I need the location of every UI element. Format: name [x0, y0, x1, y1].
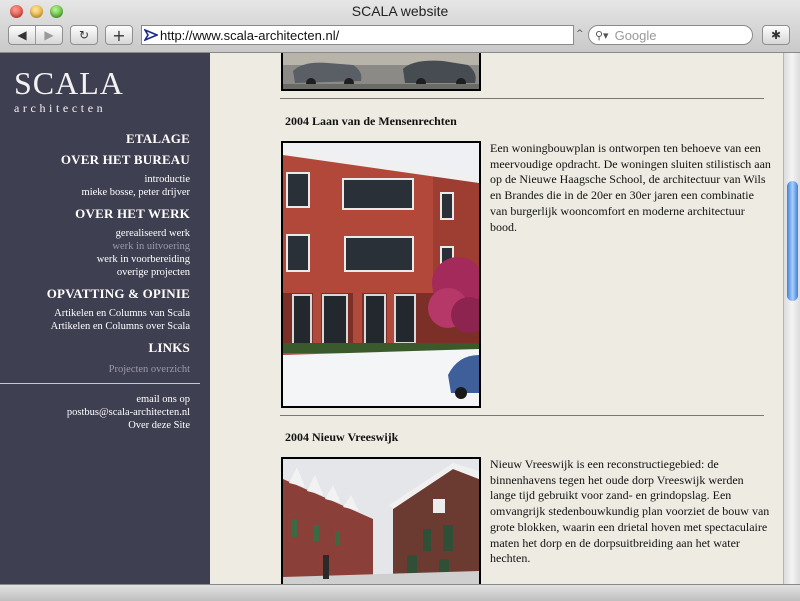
bug-report-icon[interactable]: ✱ — [762, 25, 790, 45]
nav-item-werk-in-uitvoering[interactable]: werk in uitvoering — [0, 240, 190, 253]
close-window-button[interactable] — [10, 5, 23, 18]
add-bookmark-button[interactable]: + — [105, 25, 133, 45]
reload-button[interactable]: ↻ — [70, 25, 98, 45]
url-text: http://www.scala-architecten.nl/ — [160, 27, 340, 43]
window-title: SCALA website — [351, 3, 449, 19]
back-button[interactable]: ◀ — [9, 26, 35, 44]
sidebar-nav: ETALAGE OVER HET BUREAU introductie miek… — [0, 129, 190, 376]
zoom-window-button[interactable] — [50, 5, 63, 18]
sidebar: SCALA architecten ETALAGE OVER HET BUREA… — [0, 53, 210, 600]
nav-heading-etalage[interactable]: ETALAGE — [0, 131, 190, 147]
nav-item-mieke-bosse[interactable]: mieke bosse, peter drijver — [0, 186, 190, 199]
browser-toolbar: SCALA website ◀ ▶ ↻ + http://www.scala-a… — [0, 0, 800, 53]
main-content: 2004 Laan van de Mensenrechten Een wonin… — [210, 53, 783, 584]
previous-project-image — [281, 53, 481, 91]
nav-item-overige-projecten[interactable]: overige projecten — [0, 266, 190, 279]
project-image-laan-van-de-mensenrechten[interactable] — [281, 141, 481, 408]
email-link[interactable]: postbus@scala-architecten.nl — [67, 406, 190, 419]
nav-heading-opvatting-opinie[interactable]: OPVATTING & OPINIE — [0, 286, 190, 302]
scrollbar-thumb[interactable] — [787, 181, 798, 301]
address-bar[interactable]: http://www.scala-architecten.nl/ — [141, 25, 574, 45]
nav-item-introductie[interactable]: introductie — [0, 173, 191, 186]
section-divider — [280, 98, 764, 99]
nav-item-werk-in-voorbereiding[interactable]: werk in voorbereiding — [0, 253, 190, 266]
about-site-link[interactable]: Over deze Site — [67, 419, 190, 432]
nav-heading-over-het-werk[interactable]: OVER HET WERK — [0, 206, 190, 222]
project-description: Een woningbouwplan is ontworpen ten beho… — [490, 141, 771, 234]
nav-heading-links[interactable]: LINKS — [0, 340, 190, 356]
email-label: email ons op — [136, 394, 190, 405]
back-forward-group: ◀ ▶ — [8, 25, 63, 45]
vertical-scrollbar[interactable] — [783, 53, 800, 584]
site-icon — [142, 29, 160, 41]
search-field[interactable]: ⚲▾ Google — [588, 25, 753, 45]
scala-logo[interactable]: SCALA architecten — [14, 67, 124, 116]
logo-main-text: SCALA — [14, 65, 124, 101]
nav-item-artikelen-van-scala[interactable]: Artikelen en Columns van Scala — [0, 307, 190, 320]
nav-heading-over-het-bureau[interactable]: OVER HET BUREAU — [0, 152, 190, 168]
project-description: Nieuw Vreeswijk is een reconstructiegebi… — [490, 457, 770, 566]
search-placeholder: Google — [614, 27, 657, 43]
project-image-nieuw-vreeswijk[interactable] — [281, 457, 481, 584]
chevron-up-icon[interactable]: ^ — [576, 29, 584, 39]
project-title: 2004 Laan van de Mensenrechten — [285, 114, 457, 128]
nav-item-projecten-overzicht[interactable]: Projecten overzicht — [0, 363, 190, 376]
logo-sub-text: architecten — [14, 101, 107, 115]
minimize-window-button[interactable] — [30, 5, 43, 18]
nav-item-gerealiseerd-werk[interactable]: gerealiseerd werk — [0, 227, 190, 240]
nav-item-artikelen-over-scala[interactable]: Artikelen en Columns over Scala — [0, 320, 190, 333]
sidebar-footer: email ons op postbus@scala-architecten.n… — [67, 393, 190, 432]
sidebar-divider — [0, 383, 200, 384]
window-bottom-bar — [0, 584, 800, 601]
project-title: 2004 Nieuw Vreeswijk — [285, 430, 399, 444]
forward-button[interactable]: ▶ — [35, 26, 62, 44]
search-icon: ⚲▾ — [595, 28, 609, 42]
section-divider — [280, 415, 764, 416]
